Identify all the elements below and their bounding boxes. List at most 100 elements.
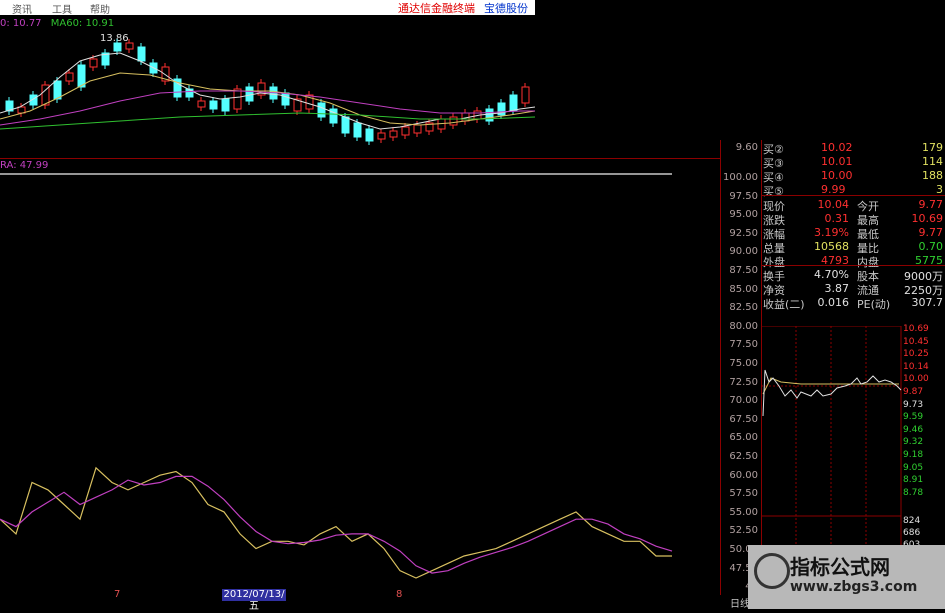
axis-tick: 62.50 [729,451,758,462]
axis-tick: 65.00 [729,432,758,444]
candle [209,100,218,110]
candle [89,58,98,68]
quote-row: 总量 10568 量比 0.70 [761,240,945,255]
bid-label: 买⑤ [763,185,784,198]
candle [113,42,122,52]
quote-row: 现价 10.04 今开 9.77 [761,198,945,213]
axis-tick: 55.00 [729,506,758,518]
candle [353,122,362,138]
quote-row: 涨幅 3.19% 最低 9.77 [761,226,945,241]
axis-tick: 87.50 [729,265,758,276]
intraday-price-label: 9.87 [903,387,924,397]
intraday-price-label: 10.14 [903,361,929,372]
intraday-price-label: 9.59 [903,412,924,423]
intraday-price-line [762,369,902,417]
candle [245,86,254,102]
watermark-title: 指标公式网 [790,555,890,579]
intraday-volume-label: 824 [903,516,921,526]
intraday-price-label: 8.78 [903,487,924,498]
quote-row: 换手 4.70% 股本 9000万 [761,268,945,283]
quote-value: 9.77 [918,226,944,239]
quote-row: 涨跌 0.31 最高 10.69 [761,212,945,227]
candle [521,86,530,104]
bid-volume: 179 [922,141,943,154]
stock-name[interactable]: 宝德股份 [484,0,528,16]
bid-row[interactable]: 买③ 10.01 114 [761,155,945,170]
menu-item-help[interactable]: 帮助 [90,1,110,16]
axis-tick: 85.00 [729,283,758,295]
intraday-price-label: 8.91 [903,475,924,486]
quote-row: 收益(二) 0.016 PE(动) 307.7 [761,296,945,311]
axis-tick: 72.50 [729,376,758,388]
bid-row[interactable]: 买② 10.02 179 [761,141,945,156]
axis-tick: 70.00 [729,395,758,407]
axis-tick: 67.50 [729,413,758,425]
indicator-chart[interactable] [0,158,720,598]
menu-item-tools[interactable]: 工具 [52,1,72,16]
bid-price: 10.02 [821,141,853,154]
date-marker-8: 8 [396,589,403,600]
axis-top-price: 9.60 [735,142,758,153]
intraday-volume-label: 686 [903,528,921,538]
selected-date: 2012/07/13/五 [222,589,286,612]
menu-item-news[interactable]: 资讯 [12,1,32,16]
date-bar: 7 8 [0,589,720,609]
intraday-price-label: 9.05 [903,462,924,473]
candle [197,100,206,108]
watermark-url: www.zbgs3.com [790,579,918,595]
bid-price: 10.01 [821,155,853,168]
candlestick-chart[interactable] [0,15,535,148]
intraday-chart[interactable]: 10.69 10.45 10.25 10.14 10.00 9.87 9.73 9.59 9.4… [760,324,945,550]
ra-ma-line [0,475,673,574]
axis-tick: 52.50 [729,525,758,537]
candle [317,102,326,118]
axis-tick: 57.50 [729,488,758,500]
quote-value: 3.19% [814,226,849,239]
axis-tick: 77.50 [729,339,758,351]
bid-row[interactable]: 买④ 10.00 188 [761,169,945,184]
candle [53,80,62,100]
axis-tick: 100.00 [723,172,758,183]
candle [233,88,242,110]
axis-tick: 90.00 [729,246,758,258]
axis-tick: 75.00 [729,358,758,369]
app-title: 通达信金融终端 [398,2,475,15]
price-axis: 9.60 100.00 97.50 95.00 92.50 90.00 87.50 85.0… [720,140,762,595]
watermark-logo-icon [754,553,790,589]
menubar: 资讯 工具 帮助 通达信金融终端 宝德股份 [0,0,535,16]
candle [389,130,398,138]
quote-divider [761,195,945,196]
quote-value: 0.016 [817,296,850,309]
intraday-price-label: 10.25 [903,349,929,360]
axis-tick: 80.00 [729,320,758,332]
axis-tick: 82.50 [729,302,758,314]
intraday-price-label: 9.32 [903,437,924,448]
quote-value: 9.77 [918,198,944,211]
candle [221,98,230,112]
quote-value: 10.69 [911,212,944,225]
quote-value: 0.31 [824,212,850,225]
watermark: 指标公式网 www.zbgs3.com [748,545,945,609]
axis-tick: 60.00 [729,469,758,481]
candle [281,92,290,106]
intraday-price-label: 10.45 [903,336,929,347]
quote-value: 10.04 [817,198,850,211]
intraday-price-label: 10.00 [903,374,929,385]
candle [413,124,422,134]
quote-value: 4.70% [814,268,849,281]
quote-label: PE(动) [857,298,891,311]
quote-value: 0.70 [918,240,944,253]
quote-value: 307.7 [911,296,944,309]
candle [449,116,458,126]
axis-tick: 92.50 [729,227,758,239]
candle [377,132,386,140]
bid-price: 10.00 [821,169,853,182]
candle [509,94,518,112]
intraday-price-label: 9.46 [903,424,924,435]
period-label[interactable]: 日线 [730,595,750,610]
candle [341,116,350,134]
axis-tick: 95.00 [729,209,758,221]
intraday-price-label: 9.73 [903,399,924,410]
axis-tick: 97.50 [729,190,758,202]
bid-volume: 188 [922,169,943,182]
